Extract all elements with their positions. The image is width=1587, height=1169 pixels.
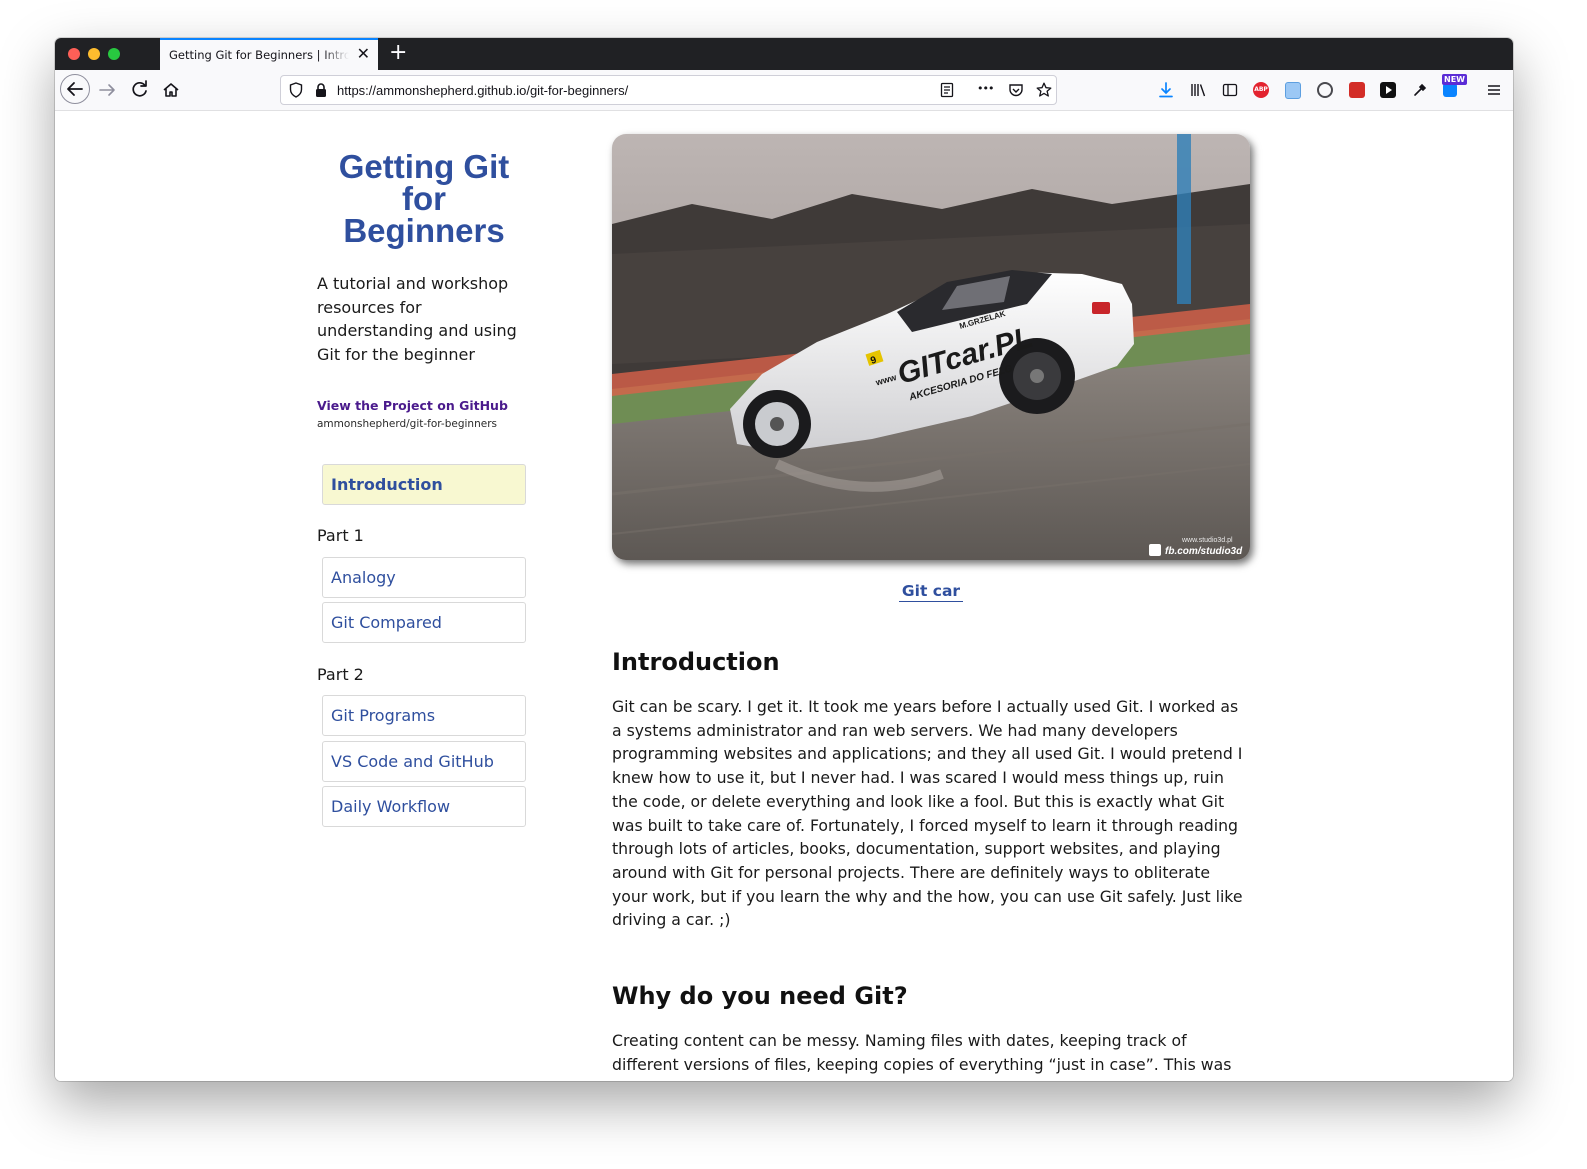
home-icon — [163, 83, 179, 97]
shield-icon[interactable] — [287, 81, 305, 99]
bookmark-star-icon[interactable] — [1035, 81, 1053, 99]
account-extension-icon[interactable] — [1317, 82, 1333, 98]
play-icon — [1386, 86, 1392, 94]
nav-item-git-compared[interactable]: Git Compared — [322, 602, 526, 643]
part-1-label: Part 1 — [317, 526, 364, 545]
hero-caption-wrapper: Git car — [612, 581, 1250, 602]
hero-caption-link[interactable]: Git car — [898, 582, 964, 602]
minimize-window-button[interactable] — [88, 48, 100, 60]
close-window-button[interactable] — [68, 48, 80, 60]
back-button[interactable] — [60, 74, 90, 104]
active-tab[interactable]: Getting Git for Beginners | Introduction… — [160, 38, 378, 70]
forward-button[interactable] — [94, 76, 122, 104]
hamburger-menu-icon[interactable] — [1485, 81, 1503, 99]
nav-item-analogy[interactable]: Analogy — [322, 557, 526, 598]
arrow-right-icon — [99, 84, 115, 96]
nav-item-git-programs[interactable]: Git Programs — [322, 695, 526, 736]
document-extension-icon[interactable] — [1285, 82, 1301, 99]
url-text[interactable]: https://ammonshepherd.github.io/git-for-… — [337, 83, 628, 98]
library-icon[interactable] — [1189, 81, 1207, 99]
github-repo-name: ammonshepherd/git-for-beginners — [317, 418, 497, 430]
site-tagline: A tutorial and workshop resources for un… — [317, 274, 517, 365]
nav-item-introduction[interactable]: Introduction — [322, 464, 526, 505]
play-extension-icon[interactable] — [1380, 82, 1396, 98]
tab-title: Getting Git for Beginners | Introduction — [169, 48, 349, 62]
watermark-text: fb.com/studio3d — [1165, 546, 1243, 557]
race-car-photo: 9 GITcar.PL www AKCESORIA DO FELG M.GRZE… — [612, 134, 1250, 560]
nav-item-daily-workflow[interactable]: Daily Workflow — [322, 786, 526, 827]
adblock-icon[interactable]: ABP — [1253, 82, 1269, 98]
home-button[interactable] — [157, 76, 185, 104]
pocket-icon[interactable] — [1007, 81, 1025, 99]
reload-button[interactable] — [126, 76, 154, 104]
new-badge: NEW — [1442, 74, 1467, 85]
tab-close-icon[interactable]: ✕ — [357, 45, 370, 63]
page-content: Getting Git for Beginners A tutorial and… — [55, 111, 1513, 1081]
introduction-heading: Introduction — [612, 648, 780, 676]
browser-window: Getting Git for Beginners | Introduction… — [55, 38, 1513, 1081]
why-git-heading: Why do you need Git? — [612, 982, 908, 1010]
address-bar[interactable]: https://ammonshepherd.github.io/git-for-… — [280, 75, 1057, 105]
part-2-label: Part 2 — [317, 665, 364, 684]
navigation-toolbar: https://ammonshepherd.github.io/git-for-… — [55, 70, 1513, 111]
eyedropper-icon[interactable] — [1411, 81, 1429, 99]
github-project-link[interactable]: View the Project on GitHub — [317, 398, 508, 413]
hero-image: 9 GITcar.PL www AKCESORIA DO FELG M.GRZE… — [612, 134, 1250, 560]
why-git-paragraph: Creating content can be messy. Naming fi… — [612, 1031, 1249, 1081]
watermark-site: www.studio3d.pl — [1181, 537, 1233, 544]
new-tab-button[interactable]: + — [389, 40, 407, 66]
tab-strip: Getting Git for Beginners | Introduction… — [55, 38, 1513, 70]
site-title: Getting Git for Beginners — [338, 148, 510, 249]
downloads-icon[interactable] — [1157, 81, 1175, 99]
reader-view-icon[interactable] — [938, 81, 956, 99]
page-actions-icon[interactable]: ••• — [977, 82, 994, 95]
reload-icon — [132, 80, 147, 97]
new-extension-icon[interactable] — [1443, 83, 1457, 97]
nav-item-vs-code-and-github[interactable]: VS Code and GitHub — [322, 741, 526, 782]
sidebar-toggle-icon[interactable] — [1221, 81, 1239, 99]
arrow-left-icon — [67, 82, 83, 96]
introduction-paragraph: Git can be scary. I get it. It took me y… — [612, 697, 1243, 930]
lock-icon[interactable] — [312, 81, 330, 99]
zoom-window-button[interactable] — [108, 48, 120, 60]
lastpass-icon[interactable] — [1349, 82, 1365, 98]
